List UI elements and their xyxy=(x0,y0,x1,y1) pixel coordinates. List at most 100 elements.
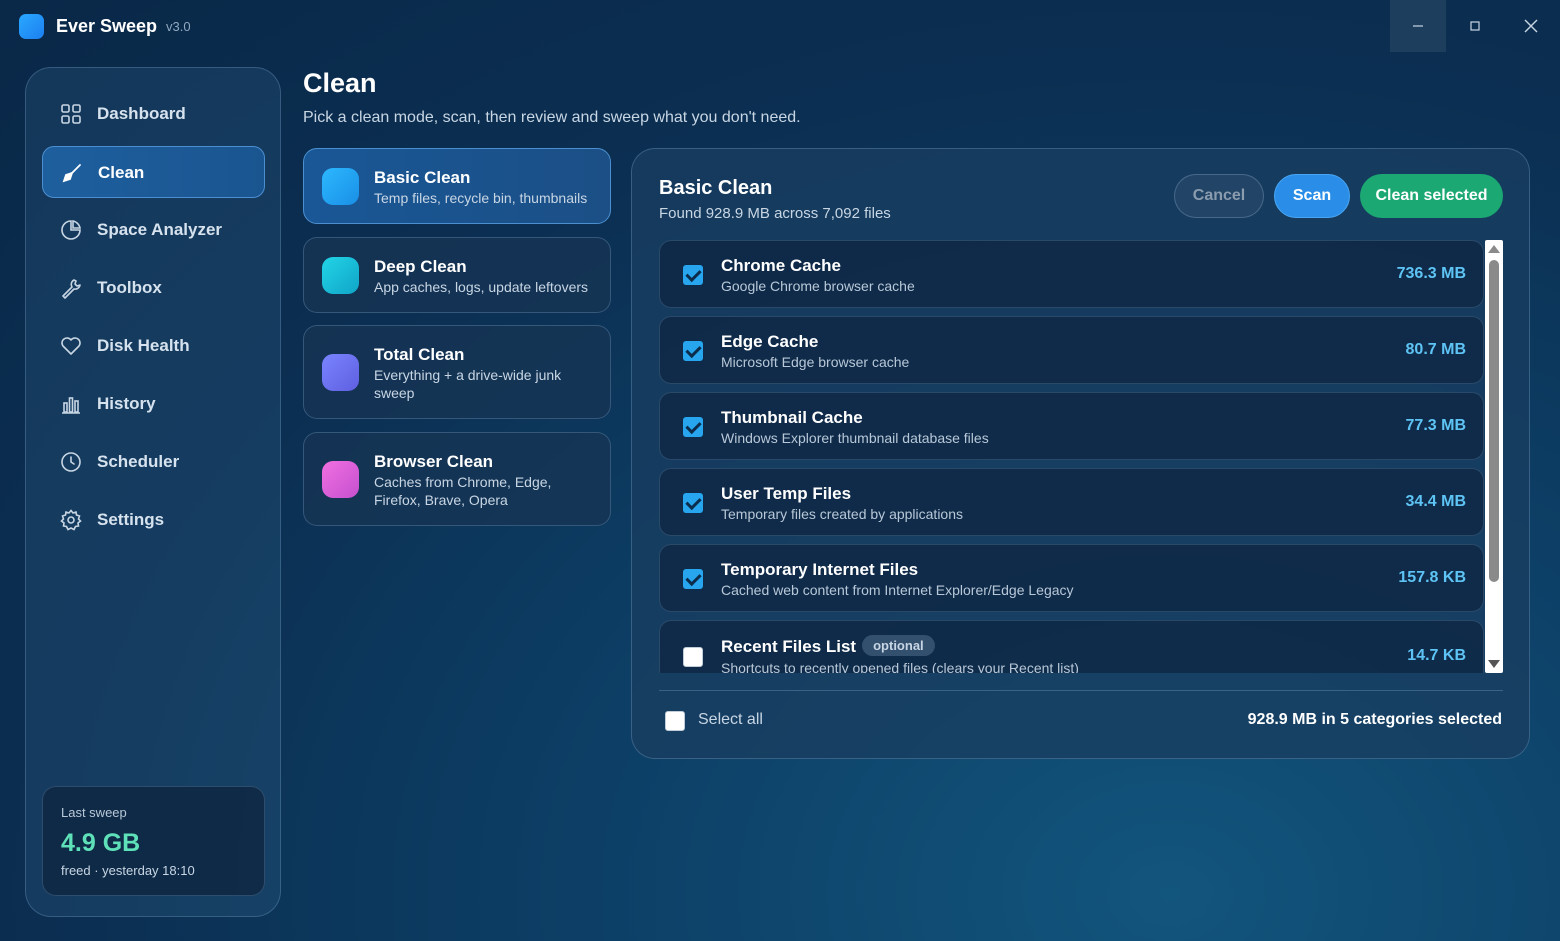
sidebar-item-label: Scheduler xyxy=(97,452,180,471)
item-description: Shortcuts to recently opened files (clea… xyxy=(721,660,1079,673)
sidebar-item-dashboard[interactable]: Dashboard xyxy=(42,88,265,140)
item-title: User Temp Files xyxy=(721,484,852,503)
close-icon xyxy=(1524,19,1538,33)
clean-selected-button[interactable]: Clean selected xyxy=(1360,174,1503,218)
item-size: 736.3 MB xyxy=(1396,265,1466,282)
heart-icon xyxy=(60,335,82,357)
mode-description: App caches, logs, update leftovers xyxy=(374,279,589,295)
list-item[interactable]: Recent Files List optional Shortcuts to r… xyxy=(659,620,1484,673)
sidebar: Dashboard Clean Space Analyzer Toolbox D… xyxy=(25,67,281,917)
minimize-icon xyxy=(1413,25,1423,27)
sidebar-item-label: Clean xyxy=(98,163,145,182)
mode-card-browser-clean[interactable]: Browser Clean Caches from Chrome, Edge, … xyxy=(303,432,611,526)
scan-button[interactable]: Scan xyxy=(1274,174,1350,218)
sidebar-item-label: Dashboard xyxy=(97,104,186,123)
item-description: Windows Explorer thumbnail database file… xyxy=(721,430,989,446)
select-all-checkbox[interactable] xyxy=(665,711,685,731)
maximize-button[interactable] xyxy=(1447,0,1503,52)
page-title: Clean xyxy=(303,68,377,98)
item-checkbox[interactable] xyxy=(683,417,703,437)
broom-icon xyxy=(61,162,83,184)
item-size: 77.3 MB xyxy=(1405,417,1466,434)
list-scrollbar[interactable] xyxy=(1485,240,1503,673)
wrench-icon xyxy=(60,277,82,299)
list-item[interactable]: User Temp Files Temporary files created … xyxy=(659,468,1484,536)
item-description: Google Chrome browser cache xyxy=(721,278,915,294)
app-version: v3.0 xyxy=(166,19,191,34)
app-logo-icon xyxy=(19,14,44,39)
sidebar-item-space-analyzer[interactable]: Space Analyzer xyxy=(42,204,265,256)
item-description: Temporary files created by applications xyxy=(721,506,964,522)
item-size: 34.4 MB xyxy=(1405,493,1466,510)
mode-title: Browser Clean xyxy=(374,452,494,471)
item-title: Temporary Internet Files xyxy=(721,560,919,579)
scroll-down-icon[interactable] xyxy=(1488,660,1500,668)
scroll-up-icon[interactable] xyxy=(1488,245,1500,253)
sidebar-item-label: Toolbox xyxy=(97,278,162,297)
item-title: Edge Cache xyxy=(721,332,819,351)
item-size: 14.7 KB xyxy=(1407,647,1466,664)
mode-title: Total Clean xyxy=(374,345,465,364)
sidebar-item-clean[interactable]: Clean xyxy=(42,146,265,198)
last-sweep-title: Last sweep xyxy=(61,805,127,820)
item-checkbox[interactable] xyxy=(683,341,703,361)
close-button[interactable] xyxy=(1503,0,1559,52)
sidebar-item-disk-health[interactable]: Disk Health xyxy=(42,320,265,372)
select-all-label[interactable]: Select all xyxy=(698,711,763,729)
sidebar-item-settings[interactable]: Settings xyxy=(42,494,265,546)
list-item[interactable]: Edge Cache Microsoft Edge browser cache … xyxy=(659,316,1484,384)
mode-card-deep-clean[interactable]: Deep Clean App caches, logs, update left… xyxy=(303,237,611,313)
sidebar-item-scheduler[interactable]: Scheduler xyxy=(42,436,265,488)
pie-chart-icon xyxy=(60,219,82,241)
basic-clean-icon xyxy=(322,168,359,205)
mode-description: Temp files, recycle bin, thumbnails xyxy=(374,190,588,206)
bar-chart-icon xyxy=(60,393,82,415)
scan-summary: Found 928.9 MB across 7,092 files xyxy=(659,205,891,222)
app-name: Ever Sweep xyxy=(56,16,158,36)
optional-badge: optional xyxy=(862,635,935,656)
sidebar-item-label: History xyxy=(97,394,156,413)
list-item[interactable]: Chrome Cache Google Chrome browser cache… xyxy=(659,240,1484,308)
item-title: Chrome Cache xyxy=(721,256,841,275)
mode-card-total-clean[interactable]: Total Clean Everything + a drive-wide ju… xyxy=(303,325,611,419)
item-size: 157.8 KB xyxy=(1398,569,1466,586)
sidebar-item-label: Space Analyzer xyxy=(97,220,223,239)
results-panel: Basic Clean Found 928.9 MB across 7,092 … xyxy=(631,148,1530,759)
sidebar-item-history[interactable]: History xyxy=(42,378,265,430)
item-checkbox[interactable] xyxy=(683,569,703,589)
item-checkbox[interactable] xyxy=(683,647,703,667)
category-list[interactable]: Chrome Cache Google Chrome browser cache… xyxy=(659,240,1485,673)
last-sweep-subtitle: freed · yesterday 18:10 xyxy=(61,863,195,878)
title-bar: Ever Sweep v3.0 xyxy=(0,0,1560,52)
cancel-button[interactable]: Cancel xyxy=(1174,174,1264,218)
item-checkbox[interactable] xyxy=(683,493,703,513)
item-title-row: Recent Files List optional xyxy=(721,635,935,657)
mode-description: Everything + a drive-wide junk sweep xyxy=(374,367,562,401)
scroll-thumb[interactable] xyxy=(1489,260,1499,582)
minimize-button[interactable] xyxy=(1390,0,1446,52)
item-title: Recent Files List xyxy=(721,637,857,656)
list-item[interactable]: Temporary Internet Files Cached web cont… xyxy=(659,544,1484,612)
divider xyxy=(659,690,1503,691)
last-sweep-value: 4.9 GB xyxy=(61,829,141,857)
sidebar-item-toolbox[interactable]: Toolbox xyxy=(42,262,265,314)
sidebar-item-label: Settings xyxy=(97,510,165,529)
item-checkbox[interactable] xyxy=(683,265,703,285)
selection-summary: 928.9 MB in 5 categories selected xyxy=(1247,711,1502,728)
page-subtitle: Pick a clean mode, scan, then review and… xyxy=(303,109,801,126)
sidebar-item-label: Disk Health xyxy=(97,336,190,355)
list-item[interactable]: Thumbnail Cache Windows Explorer thumbna… xyxy=(659,392,1484,460)
item-description: Cached web content from Internet Explore… xyxy=(721,582,1074,598)
maximize-icon xyxy=(1470,21,1480,31)
item-title: Thumbnail Cache xyxy=(721,408,863,427)
grid-icon xyxy=(60,103,82,125)
mode-card-basic-clean[interactable]: Basic Clean Temp files, recycle bin, thu… xyxy=(303,148,611,224)
mode-title: Basic Clean xyxy=(374,168,471,187)
mode-description: Caches from Chrome, Edge, Firefox, Brave… xyxy=(374,474,552,508)
gear-icon xyxy=(60,509,82,531)
item-description: Microsoft Edge browser cache xyxy=(721,354,910,370)
deep-clean-icon xyxy=(322,257,359,294)
panel-title: Basic Clean xyxy=(659,177,773,199)
mode-title: Deep Clean xyxy=(374,257,467,276)
clock-icon xyxy=(60,451,82,473)
